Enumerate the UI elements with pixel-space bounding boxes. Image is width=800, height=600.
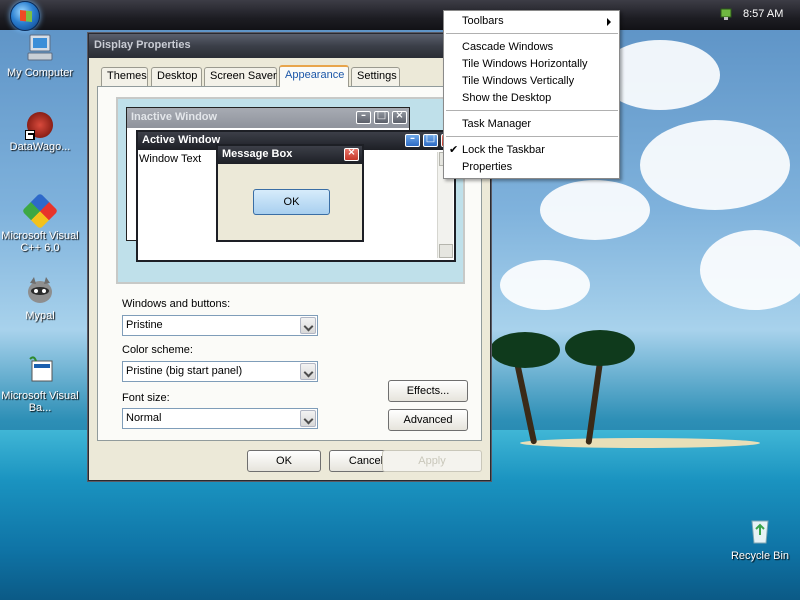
desktop-icon-visual-cpp[interactable]: Microsoft Visual C++ 6.0 bbox=[0, 192, 80, 254]
taskbar: 8:57 AM bbox=[0, 0, 800, 31]
desktop-icon-label: DataWago... bbox=[9, 141, 71, 153]
appearance-preview: Inactive Window – □ × Active Window – □ … bbox=[116, 97, 465, 284]
desktop-icon-label: My Computer bbox=[6, 67, 74, 79]
chevron-down-icon[interactable] bbox=[300, 410, 316, 427]
cloud bbox=[500, 260, 590, 310]
menu-item-task-manager[interactable]: Task Manager bbox=[444, 116, 619, 133]
message-box-ok-button: OK bbox=[253, 189, 330, 215]
menu-item-show-desktop[interactable]: Show the Desktop bbox=[444, 90, 619, 107]
minimize-icon: – bbox=[356, 110, 371, 124]
cloud bbox=[540, 180, 650, 240]
menu-item-cascade-windows[interactable]: Cascade Windows bbox=[444, 39, 619, 56]
menu-separator bbox=[446, 110, 618, 111]
tab-appearance[interactable]: Appearance bbox=[279, 65, 349, 87]
preview-message-box: Message Box × OK bbox=[216, 144, 364, 242]
maximize-icon: □ bbox=[423, 133, 438, 147]
desktop-icon-datawago[interactable]: DataWago... bbox=[0, 112, 80, 153]
font-size-select[interactable]: Normal bbox=[122, 408, 318, 429]
scroll-down-icon bbox=[439, 244, 453, 258]
start-button[interactable] bbox=[10, 1, 40, 31]
message-box-title: Message Box bbox=[218, 146, 362, 164]
appearance-panel: Inactive Window – □ × Active Window – □ … bbox=[97, 86, 482, 441]
menu-item-label: Toolbars bbox=[462, 15, 504, 27]
ok-button[interactable]: OK bbox=[247, 450, 321, 472]
taskbar-context-menu: Toolbars Cascade Windows Tile Windows Ho… bbox=[443, 10, 620, 179]
desktop-icon-recycle-bin[interactable]: Recycle Bin bbox=[720, 515, 800, 562]
desktop-icon-label: Microsoft Visual Ba... bbox=[1, 390, 79, 414]
taskbar-clock[interactable]: 8:57 AM bbox=[743, 8, 783, 20]
windows-and-buttons-select[interactable]: Pristine bbox=[122, 315, 318, 336]
menu-separator bbox=[446, 33, 618, 34]
shortcut-arrow-icon bbox=[25, 130, 35, 140]
font-size-label: Font size: bbox=[122, 392, 170, 404]
menu-separator bbox=[446, 136, 618, 137]
palm-leaves bbox=[565, 330, 635, 366]
computer-icon bbox=[27, 34, 53, 61]
tab-themes[interactable]: Themes bbox=[101, 67, 148, 86]
tab-desktop[interactable]: Desktop bbox=[151, 67, 202, 86]
chevron-down-icon[interactable] bbox=[300, 363, 316, 380]
mypal-raccoon-icon bbox=[28, 277, 52, 303]
menu-item-properties[interactable]: Properties bbox=[444, 159, 619, 176]
windows-and-buttons-value: Pristine bbox=[126, 319, 163, 331]
maximize-icon: □ bbox=[374, 110, 389, 124]
checkmark-icon: ✔ bbox=[449, 144, 459, 156]
menu-item-tile-horizontally[interactable]: Tile Windows Horizontally bbox=[444, 56, 619, 73]
desktop-icon-visual-basic[interactable]: Microsoft Visual Ba... bbox=[0, 355, 80, 414]
network-tray-icon[interactable] bbox=[719, 7, 733, 21]
advanced-button[interactable]: Advanced bbox=[388, 409, 468, 431]
recycle-bin-icon bbox=[751, 520, 769, 544]
menu-item-label: Lock the Taskbar bbox=[462, 144, 545, 156]
cloud bbox=[700, 230, 800, 310]
sand-beach bbox=[520, 438, 760, 448]
close-icon: × bbox=[392, 110, 407, 124]
windows-logo-icon bbox=[20, 10, 32, 22]
desktop-icon-mypal[interactable]: Mypal bbox=[0, 275, 80, 322]
desktop-icon-label: Recycle Bin bbox=[730, 550, 790, 562]
window-text: Window Text bbox=[139, 153, 202, 165]
palm-leaves bbox=[490, 332, 560, 368]
dialog-title[interactable]: Display Properties bbox=[89, 34, 490, 58]
minimize-icon: – bbox=[405, 133, 420, 147]
effects-button[interactable]: Effects... bbox=[388, 380, 468, 402]
cloud bbox=[640, 120, 790, 210]
display-properties-dialog: Display Properties Themes Desktop Screen… bbox=[88, 33, 491, 481]
visual-basic-icon bbox=[29, 356, 53, 382]
chevron-down-icon[interactable] bbox=[300, 317, 316, 334]
color-scheme-select[interactable]: Pristine (big start panel) bbox=[122, 361, 318, 382]
close-icon: × bbox=[344, 147, 359, 161]
menu-item-tile-vertically[interactable]: Tile Windows Vertically bbox=[444, 73, 619, 90]
visual-cpp-icon bbox=[21, 192, 59, 230]
windows-and-buttons-label: Windows and buttons: bbox=[122, 298, 231, 310]
color-scheme-value: Pristine (big start panel) bbox=[126, 365, 243, 377]
tab-screen-saver[interactable]: Screen Saver bbox=[204, 67, 277, 86]
desktop-icon-label: Mypal bbox=[25, 310, 55, 322]
font-size-value: Normal bbox=[126, 412, 162, 424]
apply-button[interactable]: Apply bbox=[382, 450, 482, 472]
submenu-arrow-icon bbox=[607, 18, 611, 26]
color-scheme-label: Color scheme: bbox=[122, 344, 193, 356]
menu-item-toolbars[interactable]: Toolbars bbox=[444, 13, 619, 30]
desktop-icon-my-computer[interactable]: My Computer bbox=[0, 32, 80, 79]
datawago-icon bbox=[25, 112, 53, 140]
tab-settings[interactable]: Settings bbox=[351, 67, 400, 86]
menu-item-lock-taskbar[interactable]: ✔ Lock the Taskbar bbox=[444, 142, 619, 159]
desktop-icon-label: Microsoft Visual C++ 6.0 bbox=[1, 230, 79, 254]
